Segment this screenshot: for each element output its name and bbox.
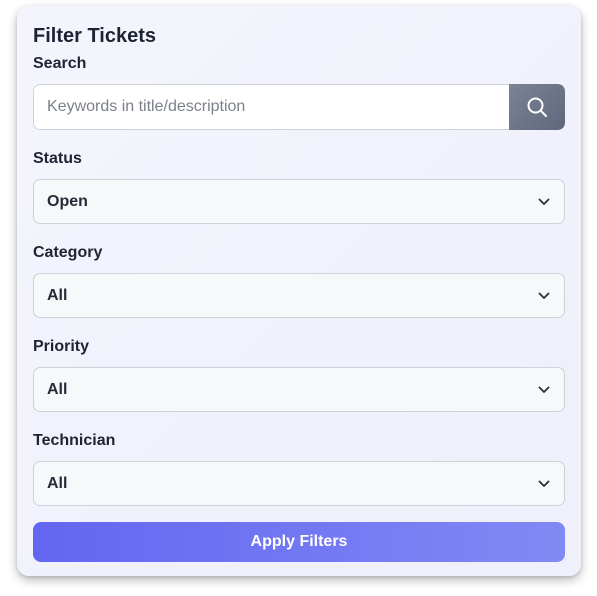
status-field: Status Open <box>33 149 565 224</box>
search-icon <box>526 96 548 118</box>
priority-select[interactable]: All <box>33 367 565 412</box>
priority-value: All <box>47 380 68 398</box>
status-select[interactable]: Open <box>33 179 565 224</box>
search-label: Search <box>33 55 87 72</box>
apply-filters-button[interactable]: Apply Filters <box>33 522 565 562</box>
category-label: Category <box>33 244 103 261</box>
chevron-down-icon <box>537 195 551 209</box>
technician-field: Technician All <box>33 431 565 506</box>
panel-title: Filter Tickets <box>33 25 157 47</box>
priority-field: Priority All <box>33 337 565 412</box>
status-label: Status <box>33 150 82 167</box>
chevron-down-icon <box>537 383 551 397</box>
category-select[interactable]: All <box>33 273 565 318</box>
technician-select[interactable]: All <box>33 461 565 506</box>
search-button[interactable] <box>509 84 565 130</box>
chevron-down-icon <box>537 289 551 303</box>
search-bar <box>33 84 565 130</box>
status-value: Open <box>47 192 88 210</box>
category-field: Category All <box>33 243 565 318</box>
technician-label: Technician <box>33 432 116 449</box>
search-input[interactable] <box>33 84 509 130</box>
category-value: All <box>47 286 68 304</box>
technician-value: All <box>47 474 68 492</box>
filter-panel: Filter Tickets Search Status Open Catego… <box>17 6 581 576</box>
chevron-down-icon <box>537 477 551 491</box>
priority-label: Priority <box>33 338 90 355</box>
